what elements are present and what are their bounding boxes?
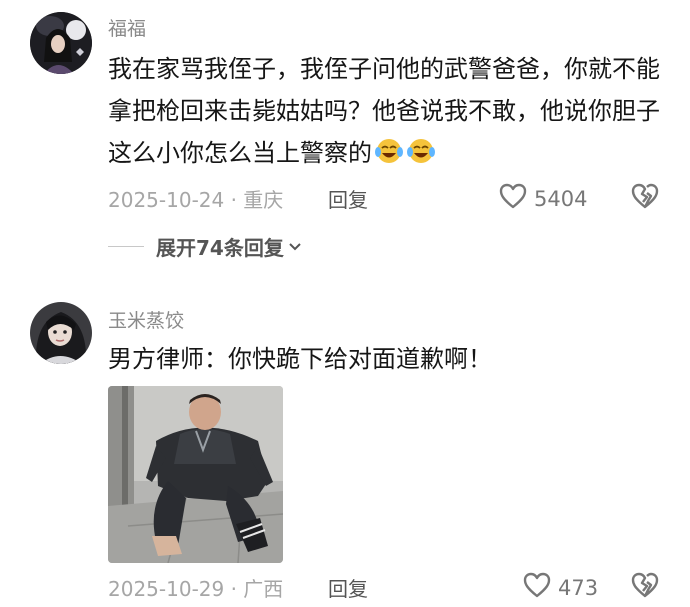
broken-heart-icon bbox=[630, 183, 660, 214]
expand-replies-label: 展开74条回复 bbox=[156, 236, 284, 260]
dislike-button[interactable] bbox=[630, 182, 660, 214]
chevron-down-icon bbox=[288, 237, 302, 256]
reply-button[interactable]: 回复 bbox=[328, 184, 368, 213]
heart-outline-icon bbox=[498, 182, 528, 215]
broken-heart-icon bbox=[630, 572, 660, 603]
crying-laughing-emoji bbox=[406, 136, 436, 178]
username[interactable]: 玉米蒸饺 bbox=[108, 306, 184, 333]
avatar[interactable] bbox=[30, 302, 92, 364]
like-count: 5404 bbox=[534, 186, 588, 211]
comment-item: 玉米蒸饺 男方律师：你快跪下给对面道歉啊！ bbox=[0, 290, 690, 607]
date-location: 2025-10-29 · 广西 bbox=[108, 577, 284, 601]
heart-outline-icon bbox=[522, 571, 552, 604]
like-button[interactable]: 473 bbox=[516, 571, 598, 604]
like-count: 473 bbox=[558, 575, 599, 600]
username[interactable]: 福福 bbox=[108, 14, 146, 41]
divider-line bbox=[108, 246, 144, 247]
comment-body: 男方律师：你快跪下给对面道歉啊！ bbox=[108, 345, 492, 373]
comment-image[interactable] bbox=[108, 386, 283, 563]
dislike-button[interactable] bbox=[630, 571, 660, 603]
comment-text: 我在家骂我侄子，我侄子问他的武警爸爸，你就不能拿把枪回来击毙姑姑吗？他爸说我不敢… bbox=[108, 48, 668, 178]
crying-laughing-emoji bbox=[374, 136, 404, 178]
comment-item: 福福 我在家骂我侄子，我侄子问他的武警爸爸，你就不能拿把枪回来击毙姑姑吗？他爸说… bbox=[0, 0, 690, 270]
like-button[interactable]: 5404 bbox=[498, 182, 587, 215]
expand-replies[interactable]: 展开74条回复 bbox=[108, 232, 302, 261]
date-location: 2025-10-24 · 重庆 bbox=[108, 188, 284, 212]
reply-button[interactable]: 回复 bbox=[328, 573, 368, 602]
avatar[interactable] bbox=[30, 12, 92, 74]
comment-text: 男方律师：你快跪下给对面道歉啊！ bbox=[108, 338, 668, 380]
